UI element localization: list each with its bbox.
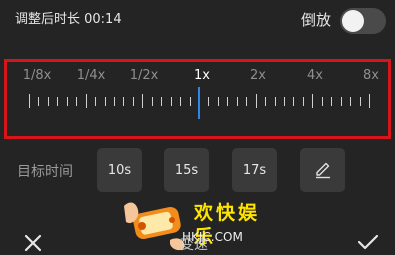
target-time-17s-button[interactable]: 17s: [232, 148, 277, 192]
scale-tick: [350, 97, 351, 106]
current-speed-indicator[interactable]: [198, 87, 200, 119]
scale-tick: [114, 97, 115, 106]
scale-tick: [284, 97, 285, 106]
scale-tick: [246, 97, 247, 106]
scale-tick: [161, 97, 162, 106]
scale-tick: [171, 97, 172, 106]
scale-tick: [180, 97, 181, 106]
scale-tick: [76, 97, 77, 106]
scale-tick: [123, 97, 124, 106]
scale-tick: [237, 97, 238, 106]
adjusted-duration-label: 调整后时长 00:14: [15, 12, 122, 27]
scale-tick: [331, 97, 332, 106]
scale-tick: [142, 94, 143, 108]
scale-tick: [312, 94, 313, 108]
scale-tick: [67, 97, 68, 106]
target-time-10s-button[interactable]: 10s: [97, 148, 142, 192]
scale-tick: [190, 97, 191, 106]
scale-tick: [275, 97, 276, 106]
scale-tick: [360, 97, 361, 106]
scale-tick: [95, 97, 96, 106]
edit-target-time-button[interactable]: [300, 148, 345, 192]
check-icon[interactable]: [357, 233, 379, 251]
speed-selector[interactable]: 1/8x 1/4x 1/2x 1x 2x 4x 8x: [4, 59, 391, 139]
pencil-icon: [315, 162, 330, 179]
scale-tick: [133, 97, 134, 106]
scale-tick: [322, 97, 323, 106]
scale-tick: [265, 97, 266, 106]
scale-tick: [38, 97, 39, 106]
scale-tick: [227, 97, 228, 106]
scale-tick: [105, 97, 106, 106]
scale-tick: [86, 94, 87, 108]
target-time-label: 目标时间: [17, 164, 73, 180]
scale-tick: [152, 97, 153, 106]
speed-panel-title: 变速: [180, 237, 208, 253]
scale-tick: [57, 97, 58, 106]
reverse-label: 倒放: [301, 11, 332, 29]
reverse-toggle[interactable]: [340, 8, 386, 34]
target-time-15s-button[interactable]: 15s: [164, 148, 209, 192]
scale-tick: [369, 94, 370, 108]
scale-tick: [208, 97, 209, 106]
scale-tick: [29, 94, 30, 108]
scale-tick: [218, 97, 219, 106]
scale-tick: [256, 94, 257, 108]
toggle-knob: [342, 10, 364, 32]
scale-tick: [341, 97, 342, 106]
scale-tick: [303, 97, 304, 106]
scale-tick: [48, 97, 49, 106]
scale-tick: [293, 97, 294, 106]
close-icon[interactable]: [24, 234, 42, 252]
speed-scale[interactable]: [7, 62, 388, 136]
